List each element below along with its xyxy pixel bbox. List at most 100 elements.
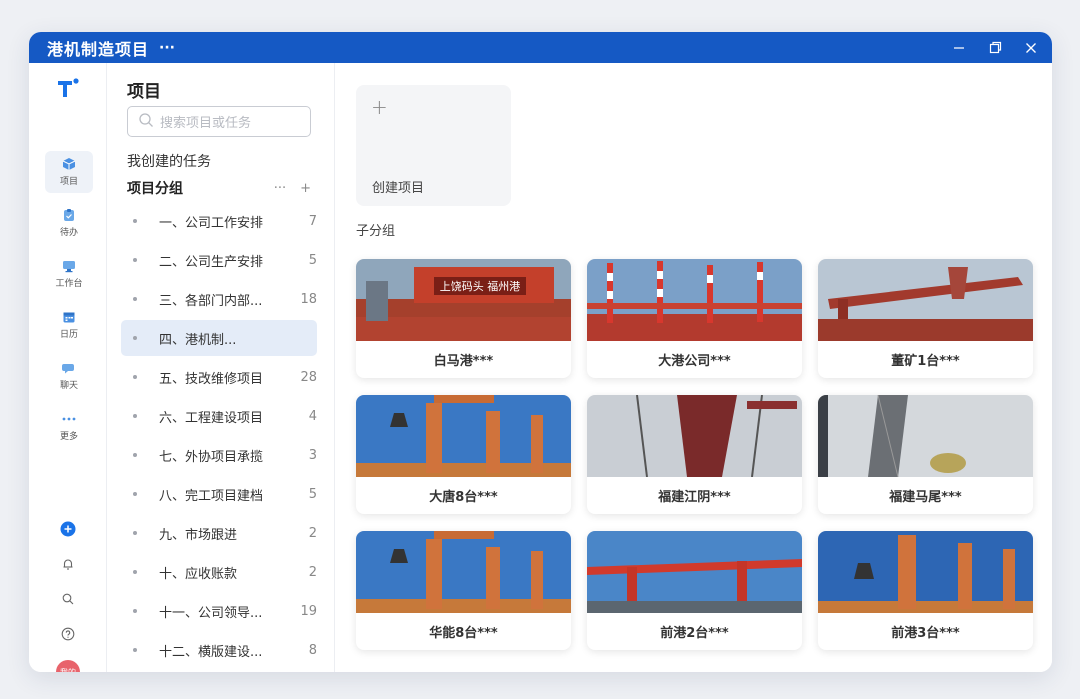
group-count: 2 — [308, 525, 317, 541]
window-title: 港机制造项目 — [47, 39, 150, 59]
subgroup-card[interactable]: 福建马尾*** — [818, 395, 1033, 514]
group-item[interactable]: 一、公司工作安排 7 — [121, 203, 317, 239]
group-name: 五、技改维修项目 — [159, 371, 264, 387]
rail-label: 工作台 — [55, 279, 83, 289]
subgroup-card-label: 白马港*** — [433, 354, 494, 369]
create-project-card[interactable]: + 创建项目 — [356, 85, 511, 206]
terminal-gate-photo: 上饶码头 福州港 — [356, 259, 571, 341]
group-count: 8 — [308, 642, 317, 658]
group-count: 2 — [308, 564, 317, 580]
rail-item-workbench[interactable]: 工作台 — [45, 253, 93, 295]
group-name: 七、外协项目承揽 — [159, 449, 264, 465]
subgroup-card[interactable]: 华能8台*** — [356, 531, 571, 650]
bullet-icon — [133, 258, 137, 262]
subgroup-card[interactable]: 福建江阴*** — [587, 395, 802, 514]
group-count: 18 — [300, 291, 317, 307]
app-window: 港机制造项目 ··· 项目 待办 工作台 日历 聊天 更多 我的 项目 搜索项目… — [29, 32, 1052, 672]
subgroup-card[interactable]: 大唐8台*** — [356, 395, 571, 514]
title-bar: 港机制造项目 ··· — [29, 32, 1052, 63]
bullet-icon — [133, 219, 137, 223]
grab-cranes-photo — [356, 395, 571, 477]
group-item[interactable]: 十、应收账款 2 — [121, 554, 317, 590]
project-panel: 项目 搜索项目或任务 我创建的任务 项目分组 ··· + 一、公司工作安排 7 二… — [107, 63, 335, 672]
rail-label: 日历 — [59, 330, 78, 340]
group-item[interactable]: 七、外协项目承揽 3 — [121, 437, 317, 473]
group-name: 八、完工项目建档 — [159, 488, 264, 504]
group-item[interactable]: 十一、公司领导... 19 — [121, 593, 317, 629]
group-count: 5 — [308, 486, 317, 502]
group-count: 5 — [308, 252, 317, 268]
subgroup-card-label: 华能8台*** — [429, 626, 498, 641]
ship-loader-photo — [818, 259, 1033, 341]
subgroup-card-label: 前港3台*** — [891, 626, 960, 641]
group-item[interactable]: 五、技改维修项目 28 — [121, 359, 317, 395]
main-content: + 创建项目 子分组 上饶码头 福州港 白马港*** 大港公司*** 董矿1台*… — [335, 63, 1052, 672]
subgroup-card[interactable]: 上饶码头 福州港 白马港*** — [356, 259, 571, 378]
restore-icon[interactable] — [988, 41, 1002, 55]
panel-title: 项目 — [127, 82, 161, 102]
group-item[interactable]: 八、完工项目建档 5 — [121, 476, 317, 512]
group-name: 十一、公司领导... — [159, 605, 263, 621]
minimize-icon[interactable] — [952, 41, 966, 55]
bullet-icon — [133, 570, 137, 574]
search-icon — [138, 112, 154, 132]
subgroup-card[interactable]: 董矿1台*** — [818, 259, 1033, 378]
rail-item-more[interactable]: 更多 — [45, 406, 93, 448]
bell-icon[interactable] — [58, 554, 78, 574]
group-name: 十二、横版建设... — [159, 644, 263, 660]
group-count: 7 — [308, 213, 317, 229]
more-icon — [61, 412, 77, 426]
add-circle-icon[interactable] — [58, 519, 78, 539]
gate-sign-text: 上饶码头 福州港 — [440, 279, 521, 293]
group-item[interactable]: 三、各部门内部... 18 — [121, 281, 317, 317]
group-add-button[interactable]: + — [300, 181, 311, 196]
group-item[interactable]: 六、工程建设项目 4 — [121, 398, 317, 434]
subgroup-title: 子分组 — [356, 224, 396, 239]
window-controls — [952, 32, 1038, 63]
chat-icon — [61, 361, 77, 375]
group-more-button[interactable]: ··· — [274, 181, 286, 196]
help-icon[interactable] — [58, 624, 78, 644]
close-icon[interactable] — [1024, 41, 1038, 55]
rail-item-calendar[interactable]: 日历 — [45, 304, 93, 346]
title-more-button[interactable]: ··· — [159, 40, 175, 56]
rail-label: 待办 — [59, 228, 78, 238]
subgroup-card-label: 大港公司*** — [658, 354, 731, 369]
cube-icon — [61, 157, 77, 171]
rail-item-project[interactable]: 项目 — [45, 151, 93, 193]
bullet-icon — [133, 531, 137, 535]
crane-boom-photo — [818, 395, 1033, 477]
todo-icon — [61, 208, 77, 222]
bullet-icon — [133, 414, 137, 418]
group-item[interactable]: 九、市场跟进 2 — [121, 515, 317, 551]
group-name: 二、公司生产安排 — [159, 254, 264, 270]
subgroup-card-label: 福建马尾*** — [889, 490, 962, 505]
search-input[interactable]: 搜索项目或任务 — [127, 106, 311, 137]
group-title: 项目分组 — [127, 181, 183, 197]
bullet-icon — [133, 492, 137, 496]
subgroup-card-label: 前港2台*** — [660, 626, 729, 641]
subgroup-card[interactable]: 前港3台*** — [818, 531, 1033, 650]
group-item[interactable]: 十二、横版建设... 8 — [121, 632, 317, 668]
group-item[interactable]: 二、公司生产安排 5 — [121, 242, 317, 278]
group-count: 19 — [300, 603, 317, 619]
group-count: 28 — [300, 369, 317, 385]
my-created-tasks-link[interactable]: 我创建的任务 — [127, 151, 211, 171]
rail-item-chat[interactable]: 聊天 — [45, 355, 93, 397]
calendar-icon — [61, 310, 77, 324]
workbench-icon — [61, 259, 77, 273]
rail-label: 聊天 — [59, 381, 78, 391]
subgroup-card-label: 大唐8台*** — [429, 490, 498, 505]
group-item-selected[interactable]: 四、港机制... — [121, 320, 317, 356]
group-name: 十、应收账款 — [159, 566, 238, 582]
bullet-icon — [133, 609, 137, 613]
rail-label: 项目 — [59, 177, 78, 187]
create-project-label: 创建项目 — [372, 181, 425, 196]
red-white-cranes-photo — [587, 259, 802, 341]
search-icon[interactable] — [58, 589, 78, 609]
rail-item-todo[interactable]: 待办 — [45, 202, 93, 244]
subgroup-card[interactable]: 前港2台*** — [587, 531, 802, 650]
group-name: 九、市场跟进 — [159, 527, 238, 543]
avatar[interactable]: 我的 — [56, 660, 80, 672]
subgroup-card[interactable]: 大港公司*** — [587, 259, 802, 378]
